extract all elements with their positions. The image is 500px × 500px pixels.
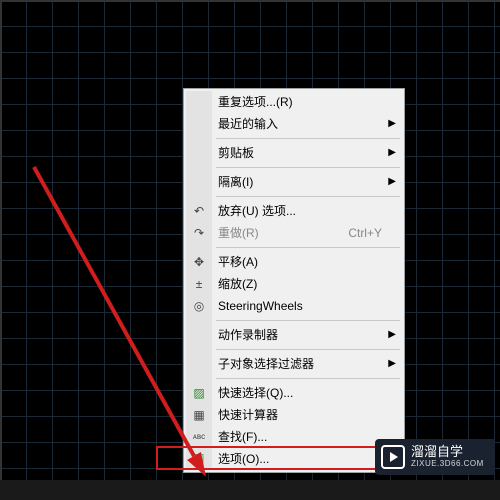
menu-item-18[interactable]: ▨ 快速选择(Q)... [186, 382, 402, 404]
menu-item-20[interactable]: ᴀʙᴄ 查找(F)... [186, 426, 402, 448]
pan-icon: ✥ [191, 254, 207, 270]
menu-item-7[interactable]: ↶ 放弃(U) 选项... [186, 200, 402, 222]
menu-item-label: 重做(R) [218, 226, 259, 240]
menu-item-21[interactable]: ☑选项(O)... [186, 448, 402, 470]
menu-item-12[interactable]: ◎ SteeringWheels [186, 295, 402, 317]
menu-item-label: 快速选择(Q)... [218, 386, 293, 400]
status-bar [0, 480, 500, 500]
menu-separator [216, 378, 400, 379]
menu-separator [216, 196, 400, 197]
menu-item-label: 快速计算器 [218, 408, 278, 422]
menu-item-label: 平移(A) [218, 255, 258, 269]
menu-item-16[interactable]: 子对象选择过滤器 ▶ [186, 353, 402, 375]
menu-item-label: 查找(F)... [218, 430, 267, 444]
redo-icon: ↷ [191, 225, 207, 241]
menu-item-label: 重复选项...(R) [218, 95, 293, 109]
menu-item-1[interactable]: 最近的输入 ▶ [186, 113, 402, 135]
menu-shortcut: Ctrl+Y [348, 222, 382, 244]
menu-separator [216, 247, 400, 248]
menu-item-5[interactable]: 隔离(I) ▶ [186, 171, 402, 193]
submenu-arrow-icon: ▶ [388, 324, 396, 346]
menu-item-label: 放弃(U) 选项... [218, 204, 296, 218]
zoom-icon: ± [191, 276, 207, 292]
menu-separator [216, 320, 400, 321]
menu-item-10[interactable]: ✥ 平移(A) [186, 251, 402, 273]
menu-item-label: 子对象选择过滤器 [218, 357, 314, 371]
undo-icon: ↶ [191, 203, 207, 219]
menu-item-label: 选项(O)... [218, 452, 269, 466]
menu-item-0[interactable]: 重复选项...(R) [186, 91, 402, 113]
submenu-arrow-icon: ▶ [388, 171, 396, 193]
menu-separator [216, 167, 400, 168]
menu-item-label: 隔离(I) [218, 175, 253, 189]
top-border [0, 0, 500, 2]
watermark-sub: ZIXUE.3D66.COM [411, 460, 484, 469]
wheel-icon: ◎ [191, 298, 207, 314]
play-icon [381, 445, 405, 469]
menu-item-19[interactable]: ▦ 快速计算器 [186, 404, 402, 426]
calc-icon: ▦ [191, 407, 207, 423]
menu-separator [216, 138, 400, 139]
watermark-badge: 溜溜自学 ZIXUE.3D66.COM [375, 439, 495, 475]
menu-item-3[interactable]: 剪贴板 ▶ [186, 142, 402, 164]
menu-item-label: SteeringWheels [218, 299, 303, 313]
menu-item-14[interactable]: 动作录制器 ▶ [186, 324, 402, 346]
menu-item-label: 缩放(Z) [218, 277, 257, 291]
left-border [0, 0, 2, 500]
menu-item-label: 最近的输入 [218, 117, 278, 131]
menu-item-label: 剪贴板 [218, 146, 254, 160]
watermark-title: 溜溜自学 [411, 445, 484, 459]
menu-separator [216, 349, 400, 350]
submenu-arrow-icon: ▶ [388, 142, 396, 164]
context-menu: 重复选项...(R) 最近的输入 ▶ 剪贴板 ▶ 隔离(I) ▶ ↶ 放弃(U) 选项... ↷ 重… [183, 88, 405, 473]
menu-item-label: 动作录制器 [218, 328, 278, 342]
submenu-arrow-icon: ▶ [388, 113, 396, 135]
menu-item-11[interactable]: ± 缩放(Z) [186, 273, 402, 295]
submenu-arrow-icon: ▶ [388, 353, 396, 375]
find-icon: ᴀʙᴄ [191, 429, 207, 445]
qselect-icon: ▨ [191, 385, 207, 401]
menu-item-8: ↷ 重做(R) Ctrl+Y [186, 222, 402, 244]
